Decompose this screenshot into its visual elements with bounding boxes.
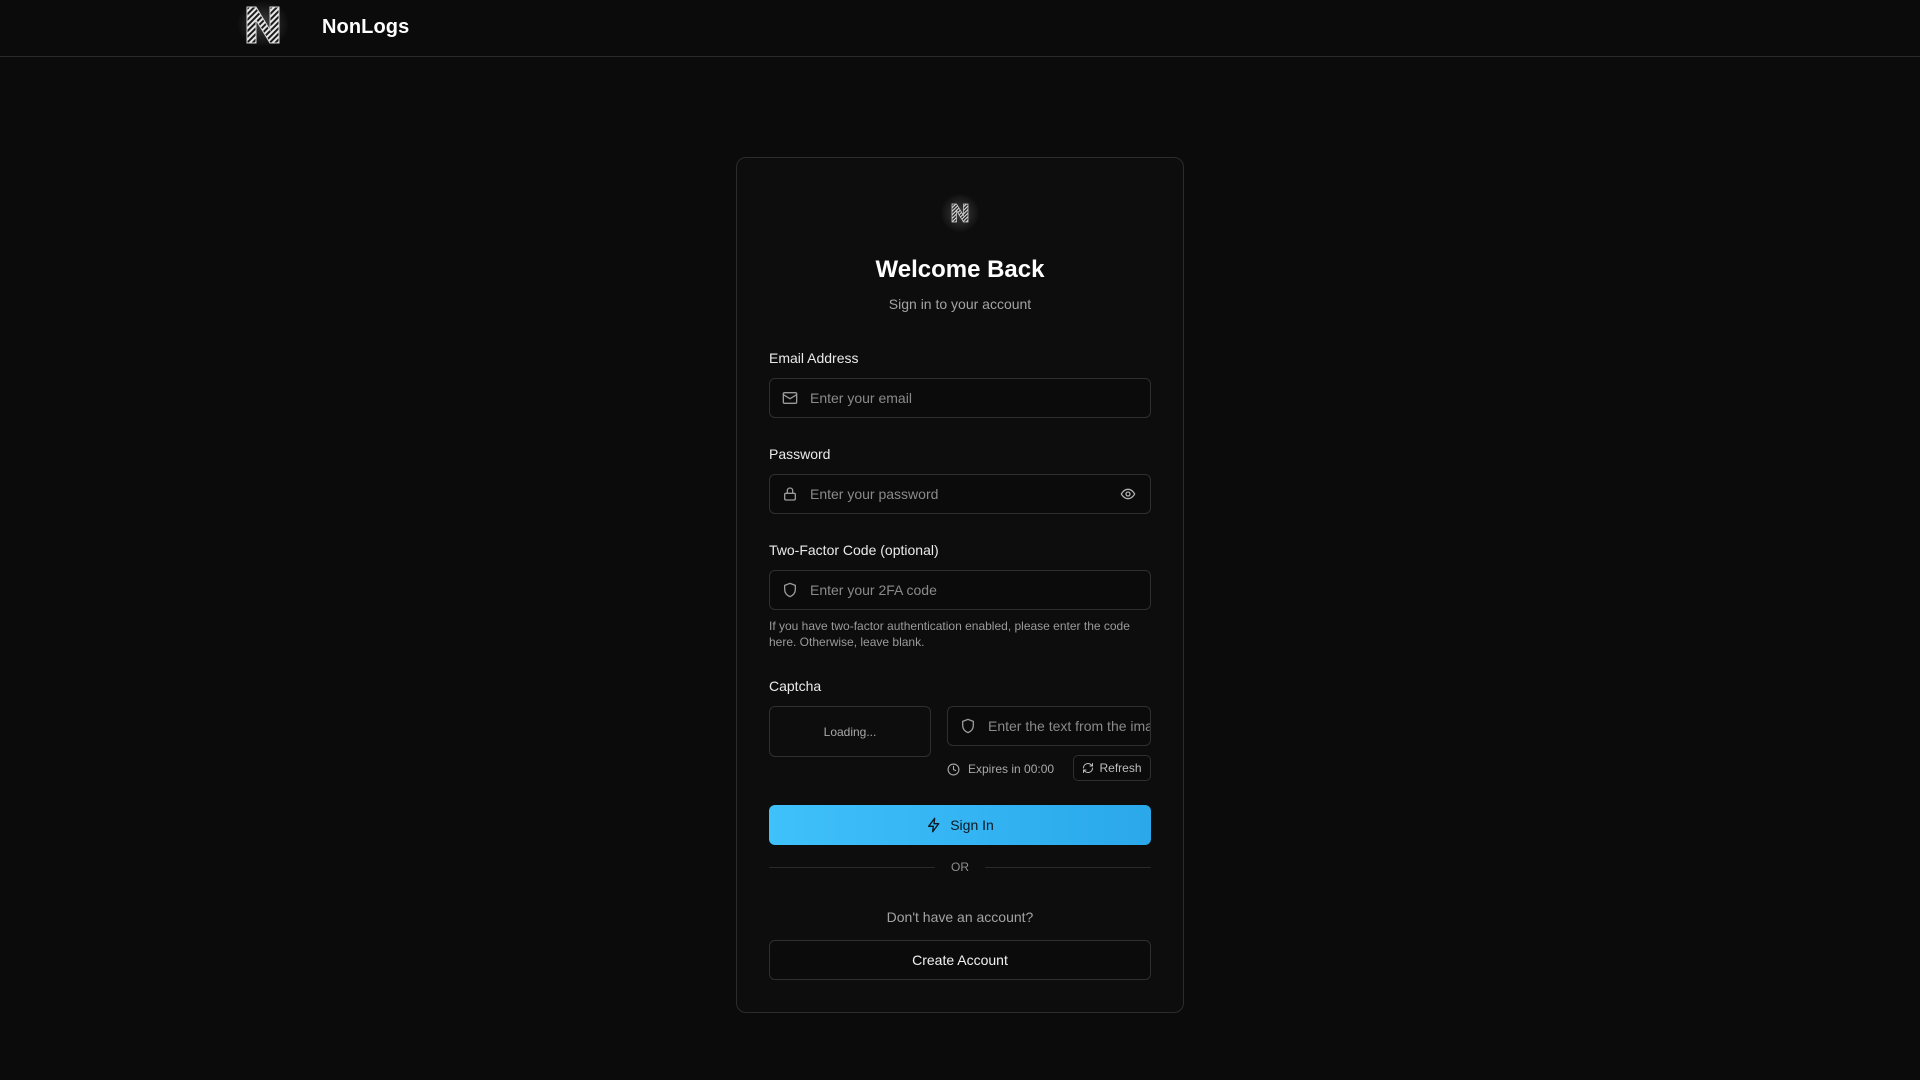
captcha-label: Captcha xyxy=(769,678,822,694)
shield-icon xyxy=(960,718,976,734)
page-title: Welcome Back xyxy=(875,256,1045,283)
lightning-icon xyxy=(926,817,942,833)
create-account-button[interactable]: Create Account xyxy=(769,940,1151,980)
captcha-refresh-button[interactable]: Refresh xyxy=(1073,755,1151,781)
divider-text: OR xyxy=(951,860,969,874)
two-factor-label: Two-Factor Code (optional) xyxy=(769,542,939,558)
lock-icon xyxy=(782,486,798,502)
refresh-icon xyxy=(1082,762,1094,774)
email-field-wrapper xyxy=(769,378,1151,418)
password-field-wrapper xyxy=(769,474,1151,514)
captcha-field-wrapper xyxy=(947,706,1151,746)
no-account-text: Don't have an account? xyxy=(886,909,1034,925)
mail-icon xyxy=(782,390,798,406)
two-factor-input[interactable] xyxy=(810,571,1150,609)
divider-line xyxy=(769,866,935,868)
password-label: Password xyxy=(769,446,831,462)
brand-logo[interactable] xyxy=(234,0,292,50)
email-input[interactable] xyxy=(810,379,1150,417)
eye-icon[interactable] xyxy=(1120,486,1136,502)
n-logo-icon xyxy=(951,203,969,223)
shield-icon xyxy=(782,582,798,598)
sign-in-button[interactable]: Sign In xyxy=(769,805,1151,845)
refresh-label: Refresh xyxy=(1099,761,1142,775)
two-factor-field-wrapper xyxy=(769,570,1151,610)
email-label: Email Address xyxy=(769,350,859,366)
brand-name[interactable]: NonLogs xyxy=(322,16,409,39)
two-factor-hint: If you have two-factor authentication en… xyxy=(769,619,1130,649)
captcha-expiry: Expires in 00:00 xyxy=(947,756,1054,782)
clock-icon xyxy=(947,763,960,776)
captcha-input[interactable] xyxy=(988,707,1150,745)
login-card: Welcome Back Sign in to your account Ema… xyxy=(736,157,1184,1013)
divider-line xyxy=(985,866,1151,868)
page-subtitle: Sign in to your account xyxy=(888,296,1032,312)
n-logo-icon xyxy=(246,6,280,44)
card-logo xyxy=(941,194,979,232)
captcha-expiry-text: Expires in 00:00 xyxy=(968,762,1055,776)
captcha-image: Loading... xyxy=(769,706,931,757)
or-divider: OR xyxy=(769,859,1151,875)
sign-in-label: Sign In xyxy=(950,817,994,833)
top-navbar: NonLogs xyxy=(0,0,1920,57)
password-input[interactable] xyxy=(810,475,1112,513)
